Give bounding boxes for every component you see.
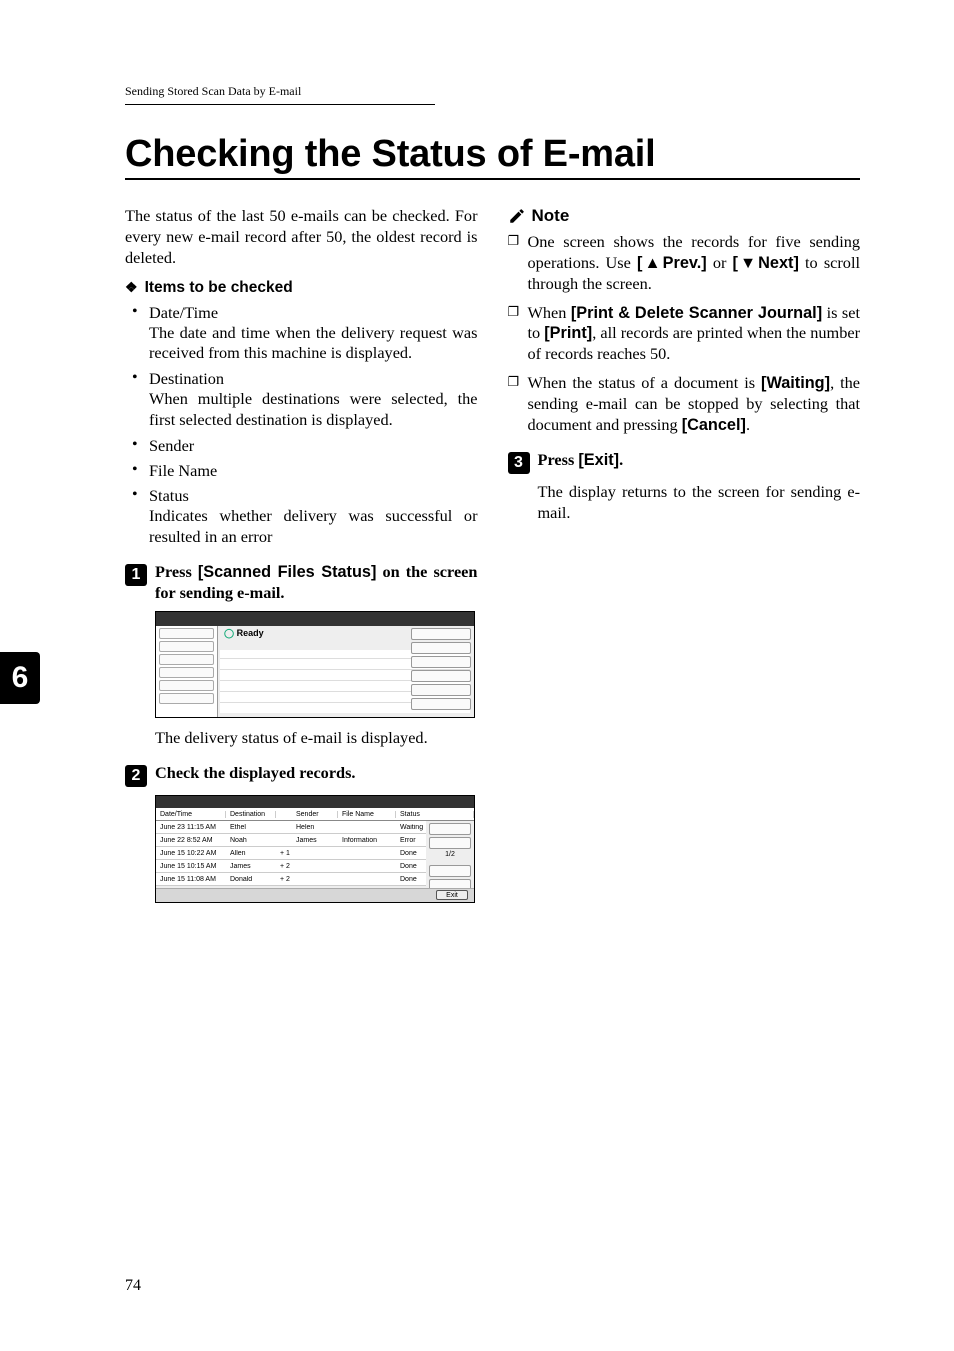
step-2: 2 Check the displayed records.	[125, 763, 478, 787]
item-desc: When multiple destinations were selected…	[149, 389, 478, 431]
titlebar	[156, 796, 474, 808]
cancel-button[interactable]	[429, 823, 471, 835]
section-tab: 6	[0, 652, 40, 704]
page-title: Checking the Status of E-mail	[125, 133, 860, 176]
item-desc: The date and time when the delivery requ…	[149, 323, 478, 365]
cancel-ref: [Cancel]	[682, 416, 746, 434]
screenshot-status-list: Date/Time Destination Sender File Name S…	[155, 795, 475, 903]
next-ref: [▼Next]	[733, 254, 799, 272]
diamond-icon: ❖	[125, 279, 138, 295]
scanned-files-status-button[interactable]	[411, 628, 471, 640]
title-rule	[125, 178, 860, 180]
prev-button[interactable]	[429, 865, 471, 877]
status-footer: Exit	[156, 888, 474, 902]
step-1-pre: Press	[155, 562, 198, 581]
item-title: Status	[149, 486, 478, 506]
note-item: One screen shows the records for five se…	[528, 232, 861, 295]
col-destination: Destination	[226, 811, 276, 818]
note-heading: Note	[508, 206, 861, 226]
step-3-result: The display returns to the screen for se…	[538, 482, 861, 524]
two-column-layout: The status of the last 50 e-mails can be…	[125, 206, 860, 913]
note-list: One screen shows the records for five se…	[508, 232, 861, 436]
left-pane-button[interactable]	[159, 680, 214, 691]
status-side-buttons: 1/2	[429, 823, 471, 893]
step-number-icon: 2	[125, 765, 147, 787]
item-title: File Name	[149, 461, 478, 481]
col-status: Status	[396, 811, 474, 818]
col-sender: Sender	[292, 811, 338, 818]
waiting-ref: [Waiting]	[761, 374, 830, 392]
table-row[interactable]: June 15 10:22 AMAllen+ 1Done	[156, 847, 426, 860]
list-item: Status Indicates whether delivery was su…	[149, 486, 478, 548]
note-label: Note	[532, 206, 570, 226]
note-item: When the status of a document is [Waitin…	[528, 373, 861, 436]
left-pane-button[interactable]	[159, 693, 214, 704]
step-2-text: Check the displayed records.	[155, 763, 356, 784]
col-datetime: Date/Time	[156, 811, 226, 818]
pencil-icon	[508, 207, 526, 225]
table-row[interactable]: June 15 11:08 AMDonald+ 2Done	[156, 873, 426, 886]
scanned-files-status-ref: [Scanned Files Status]	[198, 563, 377, 581]
step-3-text: Press [Exit].	[538, 450, 624, 471]
screenshot-send-screen: Ready	[155, 611, 475, 718]
left-pane-button[interactable]	[159, 667, 214, 678]
items-list: Date/Time The date and time when the del…	[125, 303, 478, 548]
print-button[interactable]	[429, 837, 471, 849]
table-row[interactable]: June 23 11:15 AMEthelHelenWaiting	[156, 821, 426, 834]
status-table-body: June 23 11:15 AMEthelHelenWaiting June 2…	[156, 821, 426, 886]
item-title: Date/Time	[149, 303, 478, 323]
right-column: Note One screen shows the records for fi…	[508, 206, 861, 913]
intro-paragraph: The status of the last 50 e-mails can be…	[125, 206, 478, 269]
list-item: Destination When multiple destinations w…	[149, 369, 478, 431]
screenshot-send-inner: Ready	[156, 612, 474, 717]
item-desc: Indicates whether delivery was successfu…	[149, 506, 478, 548]
exit-button[interactable]: Exit	[436, 890, 468, 900]
page: Sending Stored Scan Data by E-mail Check…	[0, 0, 954, 1351]
file-type-button[interactable]	[411, 670, 471, 682]
step-1-text: Press [Scanned Files Status] on the scre…	[155, 562, 478, 604]
items-heading-text: Items to be checked	[145, 279, 293, 296]
print-delete-journal-ref: [Print & Delete Scanner Journal]	[571, 304, 822, 322]
table-row[interactable]: June 15 10:15 AMJames+ 2Done	[156, 860, 426, 873]
step-1-result: The delivery status of e-mail is display…	[155, 728, 478, 749]
step-number-icon: 1	[125, 564, 147, 586]
items-heading: ❖ Items to be checked	[125, 279, 478, 297]
table-row[interactable]: June 22 8:52 AMNoahJamesInformationError	[156, 834, 426, 847]
step-1-result-text: The delivery status of e-mail is display…	[155, 728, 478, 749]
note-item: When [Print & Delete Scanner Journal] is…	[528, 303, 861, 366]
step-1: 1 Press [Scanned Files Status] on the sc…	[125, 562, 478, 604]
item-title: Sender	[149, 436, 478, 456]
page-indicator: 1/2	[429, 851, 471, 863]
step-3: 3 Press [Exit].	[508, 450, 861, 474]
store-file-button[interactable]	[411, 698, 471, 710]
left-panel	[156, 626, 218, 717]
screenshot-status-inner: Date/Time Destination Sender File Name S…	[156, 796, 474, 902]
left-pane-button[interactable]	[159, 628, 214, 639]
left-pane-button[interactable]	[159, 654, 214, 665]
right-button-column	[411, 628, 471, 713]
status-table-header: Date/Time Destination Sender File Name S…	[156, 808, 474, 821]
running-head: Sending Stored Scan Data by E-mail	[125, 84, 435, 105]
page-number: 74	[125, 1277, 141, 1295]
exit-ref: [Exit]	[578, 451, 619, 469]
list-item: Date/Time The date and time when the del…	[149, 303, 478, 365]
select-stored-file-button[interactable]	[411, 684, 471, 696]
item-title: Destination	[149, 369, 478, 389]
left-pane-button[interactable]	[159, 641, 214, 652]
list-item: File Name	[149, 461, 478, 481]
list-item: Sender	[149, 436, 478, 456]
ready-indicator: Ready	[224, 628, 264, 639]
titlebar	[156, 612, 474, 626]
left-column: The status of the last 50 e-mails can be…	[125, 206, 478, 913]
prev-ref: [▲Prev.]	[637, 254, 707, 272]
print-ref: [Print]	[544, 324, 592, 342]
attach-sender-name-button[interactable]	[411, 642, 471, 654]
step-number-icon: 3	[508, 452, 530, 474]
col-filename: File Name	[338, 811, 396, 818]
attach-subject-button[interactable]	[411, 656, 471, 668]
step-3-result-text: The display returns to the screen for se…	[538, 482, 861, 524]
